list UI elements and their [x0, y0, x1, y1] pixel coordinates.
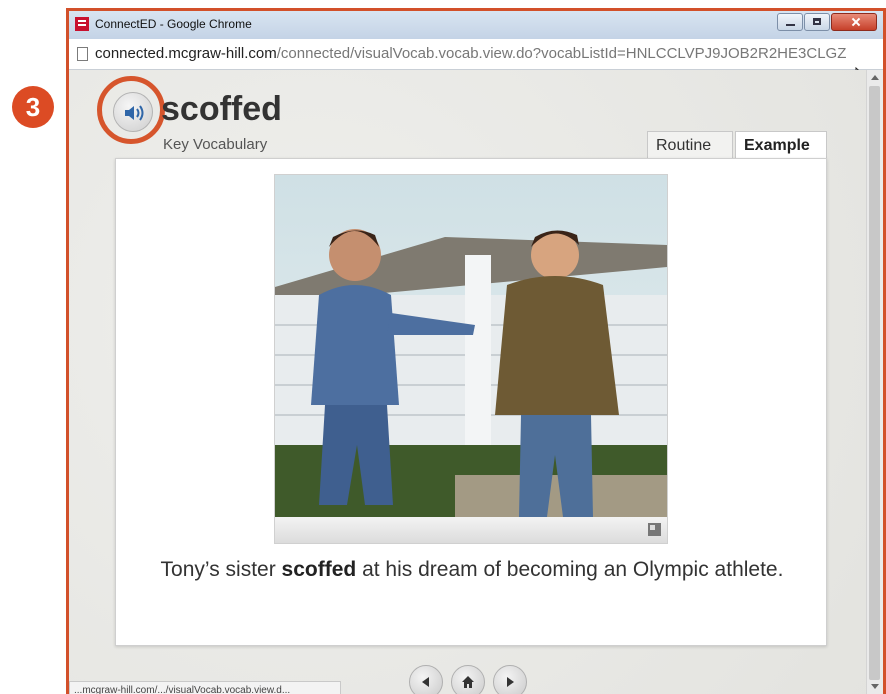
highlight-circle — [97, 76, 165, 144]
navigation-controls — [409, 665, 529, 694]
url-path: /connected/visualVocab.vocab.view.do?voc… — [276, 45, 847, 62]
minimize-button[interactable] — [777, 13, 803, 31]
home-button[interactable] — [451, 665, 485, 694]
arrow-right-icon — [507, 677, 514, 687]
caption-text-before: Tony’s sister — [160, 558, 282, 581]
scroll-up-icon[interactable] — [871, 75, 879, 80]
url-text[interactable]: connected.mcgraw-hill.com/connected/visu… — [95, 45, 846, 62]
status-bar: ...mcgraw-hill.com/.../visualVocab.vocab… — [69, 681, 341, 694]
scrollbar[interactable] — [866, 70, 883, 694]
example-photo — [274, 174, 668, 544]
close-button[interactable] — [831, 13, 877, 31]
photo-illustration — [275, 175, 667, 517]
home-icon — [462, 676, 474, 688]
tab-example[interactable]: Example — [735, 131, 827, 159]
expand-icon[interactable] — [648, 523, 661, 536]
example-card: Tony’s sister scoffed at his dream of be… — [115, 158, 827, 646]
vocab-subtitle: Key Vocabulary — [163, 136, 268, 153]
title-bar: ConnectED - Google Chrome — [69, 11, 883, 39]
arrow-left-icon — [422, 677, 429, 687]
scroll-down-icon[interactable] — [871, 684, 879, 689]
page-icon — [77, 47, 88, 61]
mcgraw-hill-logo-icon — [75, 17, 89, 31]
browser-window: ConnectED - Google Chrome connected.mcgr… — [66, 8, 886, 694]
caption-text-after: at his dream of becoming an Olympic athl… — [356, 558, 784, 581]
step-number-badge: 3 — [12, 86, 54, 128]
scroll-thumb[interactable] — [869, 86, 880, 680]
previous-button[interactable] — [409, 665, 443, 694]
caption-vocab-word: scoffed — [281, 558, 357, 581]
next-button[interactable] — [493, 665, 527, 694]
tab-routine[interactable]: Routine — [647, 131, 733, 158]
url-host: connected.mcgraw-hill.com — [95, 45, 277, 62]
window-title: ConnectED - Google Chrome — [95, 17, 252, 31]
vocab-word: scoffed — [161, 90, 282, 128]
maximize-button[interactable] — [804, 13, 830, 31]
vocab-page: scoffed Key Vocabulary Routine Example T… — [69, 70, 883, 694]
photo-toolbar — [275, 517, 667, 543]
address-bar[interactable]: connected.mcgraw-hill.com/connected/visu… — [69, 39, 883, 87]
example-sentence: Tony’s sister scoffed at his dream of be… — [136, 554, 808, 586]
